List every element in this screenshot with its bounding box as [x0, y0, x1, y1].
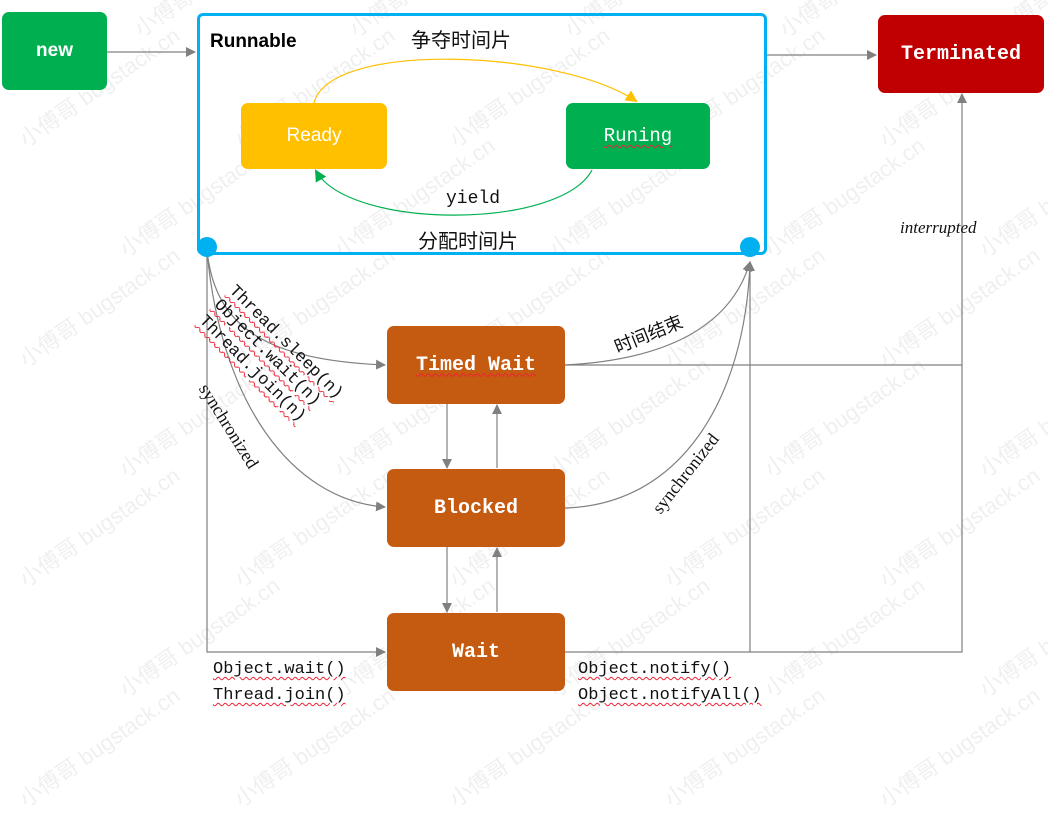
state-new-label: new [36, 40, 73, 61]
state-running[interactable]: Runing [566, 103, 710, 169]
label-object-notify-all: Object.notifyAll() [578, 686, 762, 705]
runnable-exit-dot [197, 237, 217, 257]
state-ready[interactable]: Ready [241, 103, 387, 169]
state-terminated[interactable]: Terminated [878, 15, 1044, 93]
runnable-label: Runnable [210, 31, 297, 52]
state-timed-wait-label: Timed Wait [415, 353, 537, 377]
label-interrupted: interrupted [900, 218, 977, 237]
state-running-label: Runing [603, 125, 673, 147]
label-thread-join: Thread.join() [213, 686, 346, 705]
state-timed-wait[interactable]: Timed Wait [387, 326, 565, 404]
state-blocked-label: Blocked [433, 496, 518, 520]
state-terminated-label: Terminated [900, 42, 1022, 66]
runnable-entry-dot [740, 237, 760, 257]
state-ready-label: Ready [286, 125, 342, 146]
label-yield: yield [446, 189, 501, 209]
edge-timed-wait-to-runnable [564, 261, 753, 366]
label-object-wait: Object.wait() [213, 660, 346, 679]
state-wait[interactable]: Wait [387, 613, 565, 691]
state-blocked[interactable]: Blocked [387, 469, 565, 547]
label-compete-time-slice: 争夺时间片 [411, 30, 511, 52]
label-object-notify: Object.notify() [578, 660, 732, 679]
edge-blocked-to-runnable [564, 261, 755, 509]
state-new[interactable]: new [2, 12, 107, 90]
label-allocate-time-slice: 分配时间片 [418, 231, 518, 253]
edge-wait-to-terminated [750, 365, 963, 653]
state-wait-label: Wait [451, 640, 500, 664]
